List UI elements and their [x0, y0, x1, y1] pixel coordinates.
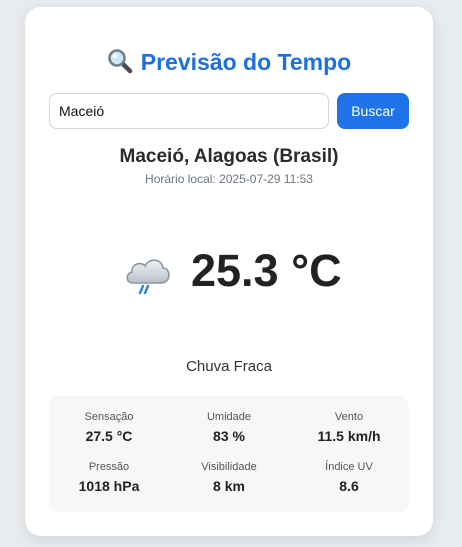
stat-uv-index: Índice UV 8.6	[289, 460, 409, 510]
stat-label: Índice UV	[325, 461, 373, 473]
cloud-rain-icon	[123, 252, 173, 300]
stat-label: Umidade	[206, 411, 252, 423]
stat-feels-like: Sensação 27.5 °C	[49, 410, 169, 460]
location-name: Maceió, Alagoas (Brasil)	[119, 146, 339, 167]
page-title: Previsão do Tempo	[25, 47, 433, 81]
stat-value: 8 km	[213, 478, 245, 494]
stat-value: 27.5 °C	[85, 428, 133, 444]
stat-visibility: Visibilidade 8 km	[169, 460, 289, 510]
stat-value: 8.6	[339, 478, 359, 494]
stat-label: Pressão	[88, 461, 130, 473]
search-button[interactable]: Buscar	[337, 93, 409, 129]
stat-label: Vento	[334, 411, 364, 423]
weather-card: Previsão do Tempo Buscar Maceió, Alagoas…	[25, 7, 433, 536]
stat-pressure: Pressão 1018 hPa	[49, 460, 169, 510]
magnifying-glass-icon	[107, 48, 133, 81]
temperature: 25.3 °C	[191, 245, 342, 296]
stat-value: 83 %	[213, 428, 245, 444]
weather-stats: Sensação 27.5 °C Umidade 83 % Vento 11.5…	[49, 396, 409, 512]
stat-value: 1018 hPa	[78, 478, 140, 494]
search-input[interactable]	[49, 93, 329, 129]
stat-value: 11.5 km/h	[317, 428, 381, 444]
stat-label: Visibilidade	[201, 461, 257, 473]
stat-humidity: Umidade 83 %	[169, 410, 289, 460]
stat-label: Sensação	[84, 411, 134, 423]
local-time: Horário local: 2025-07-29 11:53	[145, 172, 313, 186]
stat-wind: Vento 11.5 km/h	[289, 410, 409, 460]
weather-condition: Chuva Fraca	[186, 358, 272, 375]
page-title-text: Previsão do Tempo	[140, 49, 352, 75]
